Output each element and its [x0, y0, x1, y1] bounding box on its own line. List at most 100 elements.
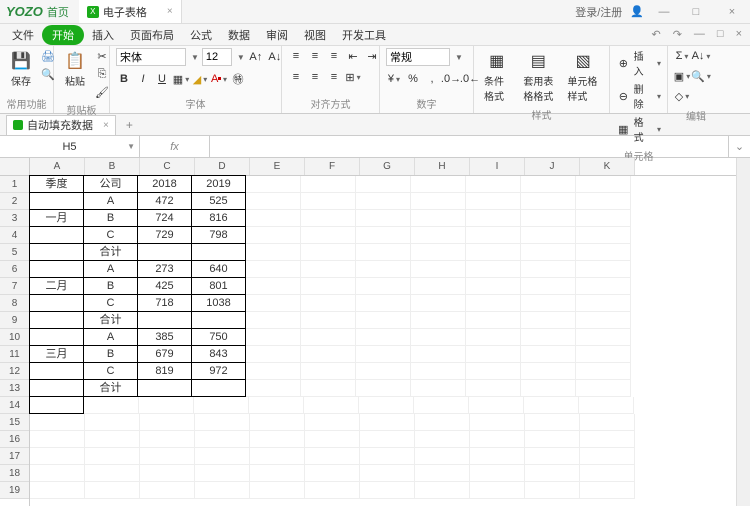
document-tab[interactable]: X 电子表格 × [79, 0, 182, 23]
cell[interactable] [576, 227, 631, 244]
cell[interactable] [359, 397, 414, 414]
cell[interactable] [521, 312, 576, 329]
decrease-font-icon[interactable]: A↓ [267, 49, 283, 65]
paste-button[interactable]: 📋 粘贴 [60, 48, 90, 90]
percent-icon[interactable]: % [405, 71, 421, 87]
cell[interactable] [250, 414, 305, 431]
cell[interactable] [466, 210, 521, 227]
cell[interactable]: 718 [137, 294, 192, 312]
align-middle-icon[interactable]: ≡ [307, 48, 323, 64]
cell[interactable] [576, 261, 631, 278]
cell[interactable]: B [83, 345, 138, 363]
cell[interactable] [360, 448, 415, 465]
row-header[interactable]: 6 [0, 261, 29, 278]
cell[interactable] [470, 414, 525, 431]
comma-icon[interactable]: , [424, 71, 440, 87]
close-tab-icon[interactable]: × [167, 6, 173, 17]
cell[interactable] [195, 414, 250, 431]
row-header[interactable]: 2 [0, 193, 29, 210]
cell[interactable] [521, 363, 576, 380]
cell[interactable]: 合计 [83, 379, 138, 397]
row-header[interactable]: 18 [0, 465, 29, 482]
cell[interactable] [29, 192, 84, 210]
table-format-button[interactable]: ▤ 套用表格格式 [517, 48, 559, 105]
row-header[interactable]: 14 [0, 397, 29, 414]
row-header[interactable]: 17 [0, 448, 29, 465]
cell[interactable]: 公司 [83, 175, 138, 193]
cell[interactable]: 季度 [29, 175, 84, 193]
cell[interactable] [29, 226, 84, 244]
fill-icon[interactable]: ▣▾ [674, 68, 690, 84]
cell[interactable] [301, 278, 356, 295]
autosum-icon[interactable]: Σ▾ [674, 48, 690, 64]
cell[interactable] [360, 482, 415, 499]
cell[interactable] [466, 244, 521, 261]
cell[interactable] [246, 193, 301, 210]
cell[interactable] [521, 380, 576, 397]
menu-start[interactable]: 开始 [42, 25, 84, 45]
menu-data[interactable]: 数据 [220, 25, 258, 45]
cell[interactable] [576, 176, 631, 193]
row-header[interactable]: 3 [0, 210, 29, 227]
cell[interactable] [576, 363, 631, 380]
cell[interactable] [470, 482, 525, 499]
cell[interactable] [29, 396, 84, 414]
font-color-icon[interactable]: A▾ [211, 71, 227, 87]
cell[interactable] [137, 243, 192, 261]
expand-formula-icon[interactable]: ⌄ [728, 136, 750, 157]
cell[interactable]: B [83, 209, 138, 227]
cell[interactable] [466, 227, 521, 244]
cell[interactable] [466, 176, 521, 193]
merge-cells-icon[interactable]: ⊞▾ [345, 69, 361, 85]
cell[interactable]: 385 [137, 328, 192, 346]
cell[interactable] [576, 346, 631, 363]
italic-icon[interactable]: I [135, 71, 151, 87]
cell[interactable] [305, 414, 360, 431]
cell[interactable] [470, 431, 525, 448]
cell[interactable]: 一月 [29, 209, 84, 227]
cell[interactable] [360, 431, 415, 448]
cell[interactable] [411, 278, 466, 295]
cell[interactable]: C [83, 294, 138, 312]
undo-icon[interactable]: ↶ [647, 28, 664, 41]
cell[interactable] [250, 482, 305, 499]
cell[interactable] [30, 482, 85, 499]
row-header[interactable]: 5 [0, 244, 29, 261]
menu-formula[interactable]: 公式 [182, 25, 220, 45]
cell[interactable] [576, 380, 631, 397]
cell[interactable]: 679 [137, 345, 192, 363]
cell[interactable] [301, 210, 356, 227]
cell[interactable] [521, 295, 576, 312]
cell[interactable] [576, 244, 631, 261]
cell[interactable]: 724 [137, 209, 192, 227]
find-icon[interactable]: 🔍▾ [693, 68, 709, 84]
cell[interactable] [356, 193, 411, 210]
cell[interactable] [466, 278, 521, 295]
cell[interactable]: 472 [137, 192, 192, 210]
cell[interactable] [360, 414, 415, 431]
cell[interactable] [414, 397, 469, 414]
cell[interactable] [521, 210, 576, 227]
cell[interactable] [525, 431, 580, 448]
maximize-icon[interactable]: □ [684, 6, 708, 18]
insert-row-icon[interactable]: ⊕ [616, 55, 631, 71]
increase-font-icon[interactable]: A↑ [248, 49, 264, 65]
cell-style-button[interactable]: ▧ 单元格样式 [563, 48, 603, 105]
ribbon-help-icon[interactable]: □ [713, 28, 728, 41]
name-box[interactable]: H5 ▼ [0, 136, 140, 157]
cell[interactable] [470, 448, 525, 465]
cell[interactable] [301, 312, 356, 329]
cell[interactable] [250, 431, 305, 448]
cell[interactable] [191, 379, 246, 397]
cell[interactable] [246, 244, 301, 261]
cell[interactable]: C [83, 362, 138, 380]
cell[interactable] [191, 311, 246, 329]
cell[interactable] [301, 193, 356, 210]
cell[interactable] [360, 465, 415, 482]
column-header[interactable]: D [195, 158, 250, 175]
cell[interactable]: A [83, 192, 138, 210]
cell[interactable]: 972 [191, 362, 246, 380]
number-format-select[interactable] [386, 48, 450, 66]
cell[interactable] [301, 227, 356, 244]
cut-icon[interactable]: ✂ [94, 48, 110, 64]
